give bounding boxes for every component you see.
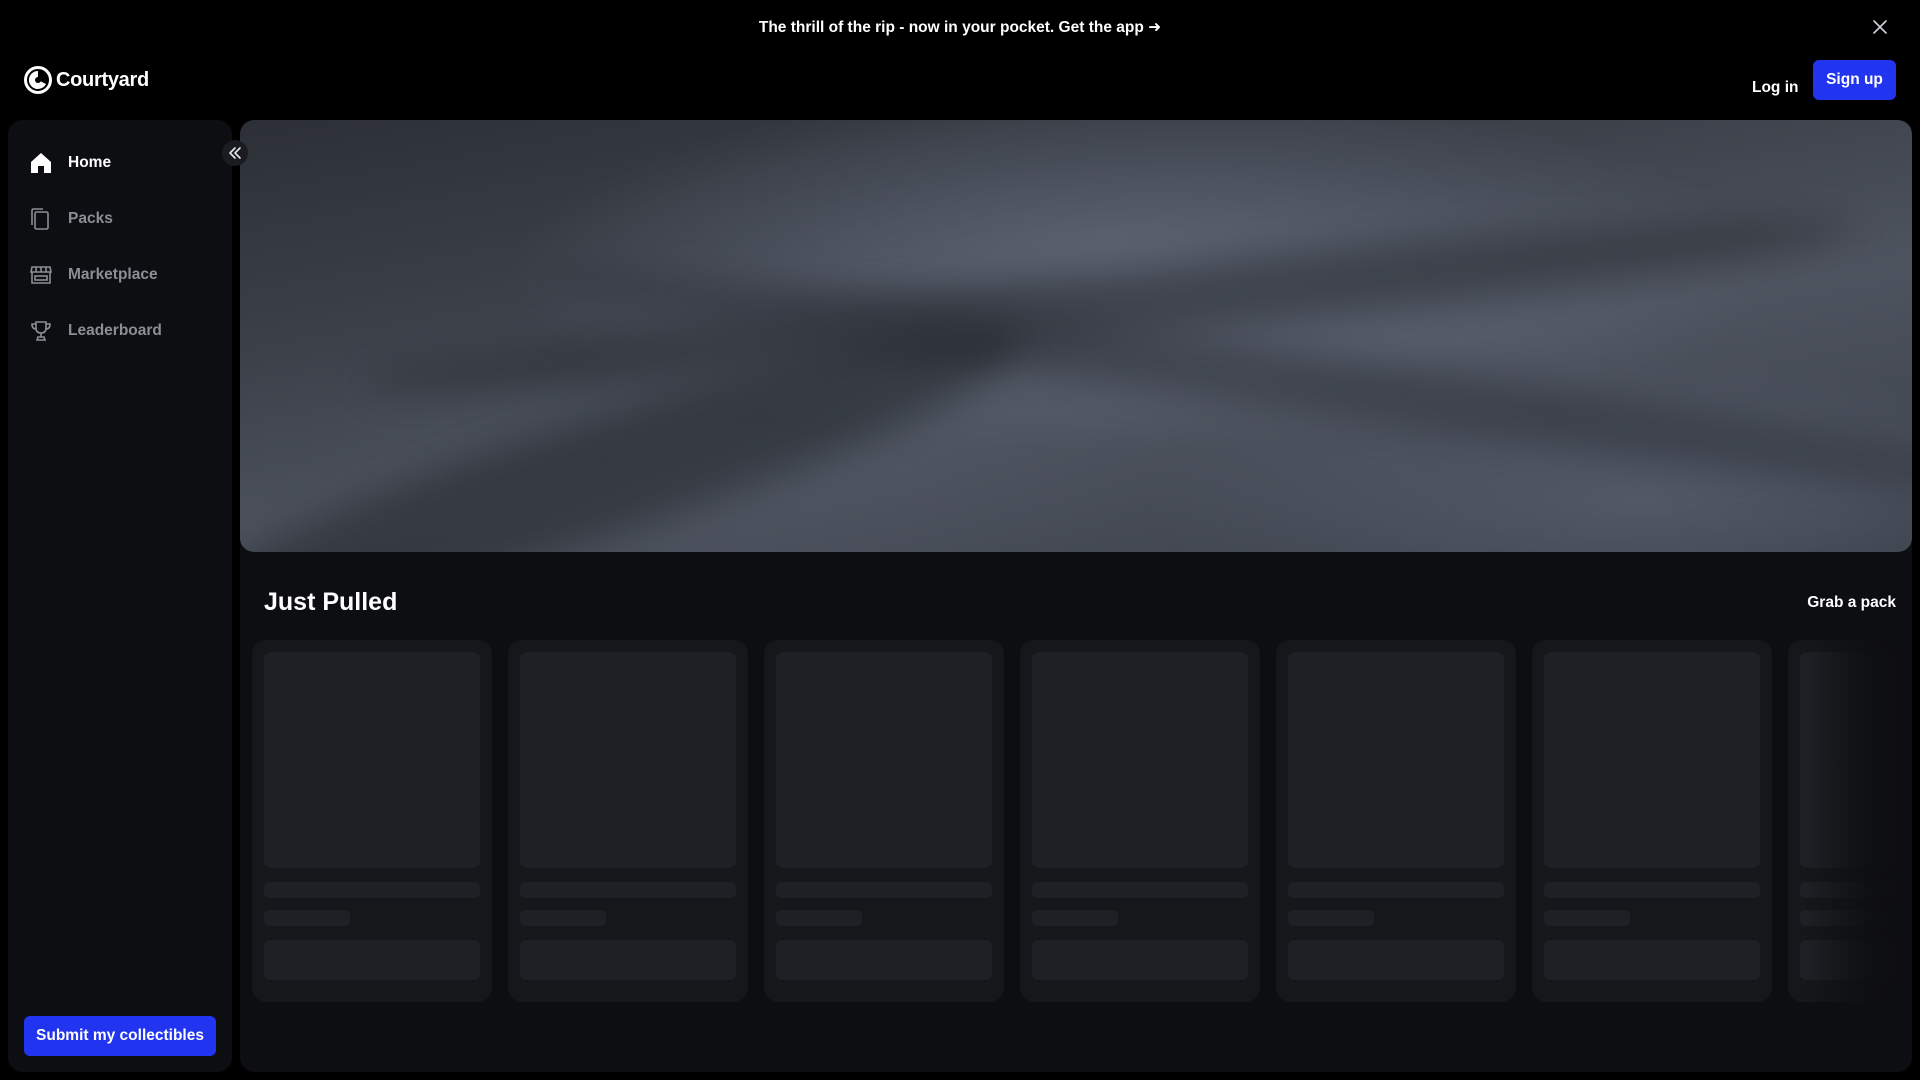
skeleton-line (264, 910, 350, 926)
skeleton-image (1800, 652, 1912, 868)
storefront-icon (28, 262, 54, 288)
sidebar-item-home[interactable]: Home (8, 140, 232, 186)
skeleton-line (1544, 882, 1760, 898)
hero-banner[interactable] (240, 120, 1912, 552)
sidebar: Home Packs Marketplace Leaderboard Submi… (8, 120, 232, 1072)
sidebar-item-label: Packs (68, 210, 113, 227)
skeleton-line (520, 882, 736, 898)
skeleton-line (1800, 882, 1912, 898)
top-header: Courtyard Log in Sign up (0, 54, 1920, 120)
skeleton-image (1288, 652, 1504, 868)
skeleton-button (1800, 940, 1912, 980)
submit-collectibles-button[interactable]: Submit my collectibles (24, 1016, 216, 1056)
skeleton-image (520, 652, 736, 868)
trophy-icon (28, 318, 54, 344)
skeleton-button (264, 940, 480, 980)
skeleton-button (1288, 940, 1504, 980)
chevrons-left-icon[interactable] (222, 140, 248, 166)
skeleton-line (1288, 882, 1504, 898)
card-skeleton (1532, 640, 1772, 1002)
sidebar-item-marketplace[interactable]: Marketplace (8, 252, 232, 298)
skeleton-line (1032, 882, 1248, 898)
main-content: Just Pulled Grab a pack (240, 120, 1912, 1072)
card-skeleton (1020, 640, 1260, 1002)
skeleton-button (1032, 940, 1248, 980)
sidebar-item-leaderboard[interactable]: Leaderboard (8, 308, 232, 354)
skeleton-image (776, 652, 992, 868)
card-skeleton (764, 640, 1004, 1002)
home-icon (28, 150, 54, 176)
card-skeleton (252, 640, 492, 1002)
sidebar-item-label: Marketplace (68, 266, 158, 283)
card-skeleton (1788, 640, 1912, 1002)
skeleton-line (776, 910, 862, 926)
skeleton-line (1288, 910, 1374, 926)
promo-banner[interactable]: The thrill of the rip - now in your pock… (0, 0, 1920, 54)
skeleton-image (264, 652, 480, 868)
promo-banner-text[interactable]: The thrill of the rip - now in your pock… (759, 18, 1161, 37)
sidebar-item-packs[interactable]: Packs (8, 196, 232, 242)
skeleton-button (776, 940, 992, 980)
signup-button[interactable]: Sign up (1813, 60, 1896, 100)
skeleton-image (1544, 652, 1760, 868)
logo[interactable]: Courtyard (24, 66, 149, 94)
skeleton-line (520, 910, 606, 926)
skeleton-line (264, 882, 480, 898)
sidebar-item-label: Home (68, 154, 112, 171)
card-skeleton (1276, 640, 1516, 1002)
courtyard-logo-icon (24, 66, 52, 94)
skeleton-button (520, 940, 736, 980)
grab-a-pack-link[interactable]: Grab a pack (1807, 594, 1896, 612)
skeleton-image (1032, 652, 1248, 868)
card-skeleton (508, 640, 748, 1002)
skeleton-line (1544, 910, 1630, 926)
skeleton-line (1032, 910, 1118, 926)
skeleton-line (1800, 910, 1886, 926)
logo-text: Courtyard (56, 68, 149, 91)
skeleton-line (776, 882, 992, 898)
packs-icon (28, 206, 54, 232)
section-title: Just Pulled (264, 588, 398, 616)
login-button[interactable]: Log in (1740, 68, 1811, 108)
skeleton-button (1544, 940, 1760, 980)
close-icon[interactable] (1870, 17, 1890, 37)
just-pulled-carousel[interactable] (252, 640, 1912, 1004)
sidebar-item-label: Leaderboard (68, 322, 162, 339)
